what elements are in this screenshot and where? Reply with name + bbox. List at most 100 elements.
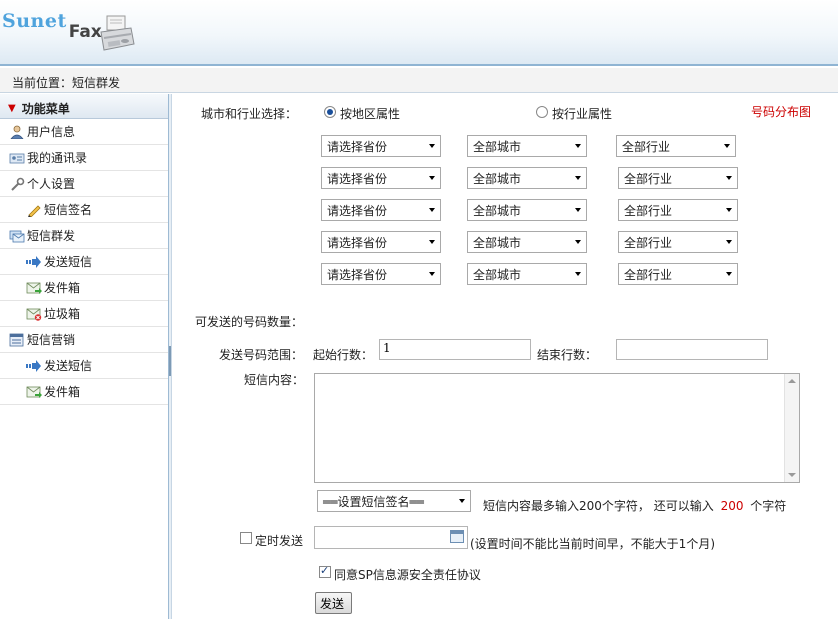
chevron-down-icon [429,176,435,180]
sidebar-item-marketing-send-sms[interactable]: 发送短信 [0,353,170,379]
signature-select[interactable]: ══设置短信签名══ [317,490,471,512]
industry-select[interactable]: 全部行业 [618,263,738,285]
splitter-grip[interactable] [169,346,171,376]
send-arrow-icon [26,359,41,372]
industry-select-value: 全部行业 [624,236,673,250]
agreement-label[interactable]: 同意SP信息源安全责任协议 [334,566,481,583]
schedule-note: (设置时间不能比当前时间早，不能大于1个月) [470,537,715,551]
sidebar-item-personal-settings[interactable]: 个人设置 [0,171,170,197]
start-row-label: 起始行数： [313,348,374,362]
agreement-checkbox[interactable] [319,564,331,578]
sidebar-item-sms-group-send[interactable]: 短信群发 [0,223,170,249]
sidebar-item-trash[interactable]: 垃圾箱 [0,301,170,327]
province-select[interactable]: 请选择省份 [321,263,441,285]
province-select[interactable]: 请选择省份 [321,231,441,253]
chevron-down-icon [429,144,435,148]
chevron-down-icon [726,272,732,276]
sidebar-header[interactable]: ▼ 功能菜单 [0,94,170,119]
sidebar-item-label: 短信营销 [27,333,76,347]
city-select-value: 全部城市 [473,268,522,282]
province-select[interactable]: 请选择省份 [321,199,441,221]
scroll-up-icon[interactable] [788,379,796,383]
wrench-icon [11,177,25,191]
app-header: Sunet Fax [0,0,838,66]
textarea-scrollbar[interactable] [784,374,799,482]
sidebar-item-send-sms[interactable]: 发送短信 [0,249,170,275]
sidebar-item-label: 发送短信 [44,359,93,373]
chevron-down-icon [726,176,732,180]
city-industry-label: 城市和行业选择： [201,107,298,121]
sidebar-item-user-info[interactable]: 用户信息 [0,119,170,145]
chevron-down-icon [575,240,581,244]
end-row-input[interactable] [616,339,768,360]
city-select[interactable]: 全部城市 [467,167,587,189]
sendable-count-label: 可发送的号码数量： [195,315,304,329]
chevron-down-icon: ▼ [8,103,16,114]
scroll-down-icon[interactable] [788,473,796,477]
chevron-down-icon [459,499,465,503]
sidebar-splitter[interactable] [168,94,172,619]
radio-by-industry-label[interactable]: 按行业属性 [552,105,612,122]
sidebar-item-contacts[interactable]: 我的通讯录 [0,145,170,171]
message-content-textarea[interactable] [314,373,800,483]
province-select-value: 请选择省份 [327,236,388,250]
province-select-value: 请选择省份 [327,204,388,218]
sms-group-icon [9,230,25,242]
city-select[interactable]: 全部城市 [467,135,587,157]
sidebar-item-label: 垃圾箱 [44,307,81,321]
sidebar-item-label: 短信群发 [27,229,76,243]
radio-by-industry[interactable] [536,106,548,118]
calendar-icon[interactable] [450,530,464,543]
sidebar-item-outbox[interactable]: 发件箱 [0,275,170,301]
schedule-datetime-input[interactable] [314,526,468,549]
sidebar-title: 功能菜单 [21,102,70,116]
logo-text-fax: Fax [68,22,102,42]
breadcrumb: 当前位置：短信群发 [0,68,838,93]
sidebar-item-label: 发件箱 [44,385,81,399]
industry-select[interactable]: 全部行业 [618,199,738,221]
province-select-value: 请选择省份 [327,172,388,186]
char-limit-hint-suffix: 个字符 [750,499,787,513]
sidebar-item-label: 个人设置 [27,177,76,191]
industry-select[interactable]: 全部行业 [618,167,738,189]
contacts-card-icon [9,153,25,163]
city-select[interactable]: 全部城市 [467,199,587,221]
province-select[interactable]: 请选择省份 [321,135,441,157]
radio-by-region-label[interactable]: 按地区属性 [340,105,400,122]
sidebar-item-marketing-outbox[interactable]: 发件箱 [0,379,170,405]
char-limit-hint-prefix: 短信内容最多输入200个字符， 还可以输入 [483,499,714,513]
sidebar: ▼ 功能菜单 用户信息 我的通讯录 个人设置 短信签名 短信群发 发送短信 发件… [0,94,170,619]
end-row-label: 结束行数： [537,348,598,362]
province-select[interactable]: 请选择省份 [321,167,441,189]
chevron-down-icon [575,176,581,180]
start-row-input[interactable]: 1 [379,339,531,360]
marketing-list-icon [9,333,24,346]
sidebar-item-label: 发件箱 [44,281,81,295]
sidebar-item-label: 短信签名 [44,203,93,217]
province-select-value: 请选择省份 [327,268,388,282]
province-select-value: 请选择省份 [327,140,388,154]
scheduled-send-label[interactable]: 定时发送 [255,532,303,549]
remaining-chars-count: 200 [720,499,744,513]
logo-text-sunet: Sunet [2,10,67,32]
chevron-down-icon [429,208,435,212]
industry-select[interactable]: 全部行业 [618,231,738,253]
sidebar-item-label: 发送短信 [44,255,93,269]
radio-by-region[interactable] [324,106,336,118]
city-select[interactable]: 全部城市 [467,263,587,285]
send-button[interactable]: 发送 [315,592,352,614]
number-distribution-link[interactable]: 号码分布图 [751,103,811,120]
sidebar-item-sms-signature[interactable]: 短信签名 [0,197,170,223]
chevron-down-icon [429,272,435,276]
city-select-value: 全部城市 [473,140,522,154]
city-select[interactable]: 全部城市 [467,231,587,253]
sidebar-item-sms-marketing[interactable]: 短信营销 [0,327,170,353]
industry-select[interactable]: 全部行业 [616,135,736,157]
chevron-down-icon [726,208,732,212]
pencil-icon [28,204,41,217]
user-icon [10,125,24,139]
send-arrow-icon [26,255,41,268]
fax-machine-icon [100,15,135,51]
scheduled-send-checkbox[interactable] [240,532,252,544]
sidebar-item-label: 用户信息 [27,125,76,139]
